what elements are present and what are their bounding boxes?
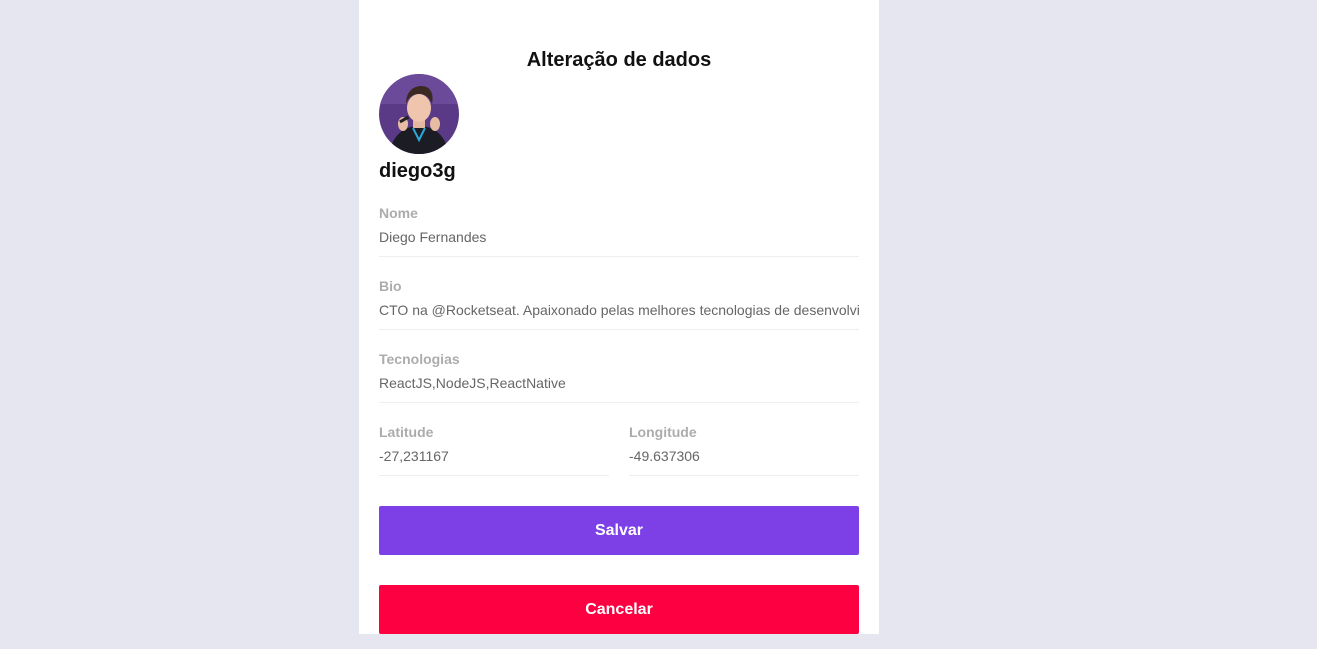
username: diego3g	[379, 160, 456, 182]
longitude-field-group: Longitude	[629, 423, 859, 476]
save-button[interactable]: Salvar	[379, 506, 859, 555]
nome-field-group: Nome	[379, 204, 859, 257]
latitude-field-group: Latitude	[379, 423, 609, 476]
nome-input[interactable]	[379, 226, 859, 248]
tecnologias-input[interactable]	[379, 372, 859, 394]
bio-field-group: Bio	[379, 277, 859, 330]
bio-input[interactable]	[379, 299, 859, 321]
avatar	[379, 74, 459, 154]
coordinates-row: Latitude Longitude	[379, 403, 859, 476]
bio-label: Bio	[379, 278, 402, 294]
longitude-input[interactable]	[629, 445, 859, 467]
page-title: Alteração de dados	[526, 49, 712, 71]
latitude-input[interactable]	[379, 445, 609, 467]
edit-profile-card: Alteração de dados diego3g Nome Bio	[359, 0, 879, 634]
longitude-label: Longitude	[629, 424, 697, 440]
tecnologias-field-group: Tecnologias	[379, 350, 859, 403]
nome-label: Nome	[379, 205, 418, 221]
cancel-button[interactable]: Cancelar	[379, 585, 859, 634]
user-avatar-photo-icon	[379, 74, 459, 154]
tecnologias-label: Tecnologias	[379, 351, 460, 367]
latitude-label: Latitude	[379, 424, 434, 440]
